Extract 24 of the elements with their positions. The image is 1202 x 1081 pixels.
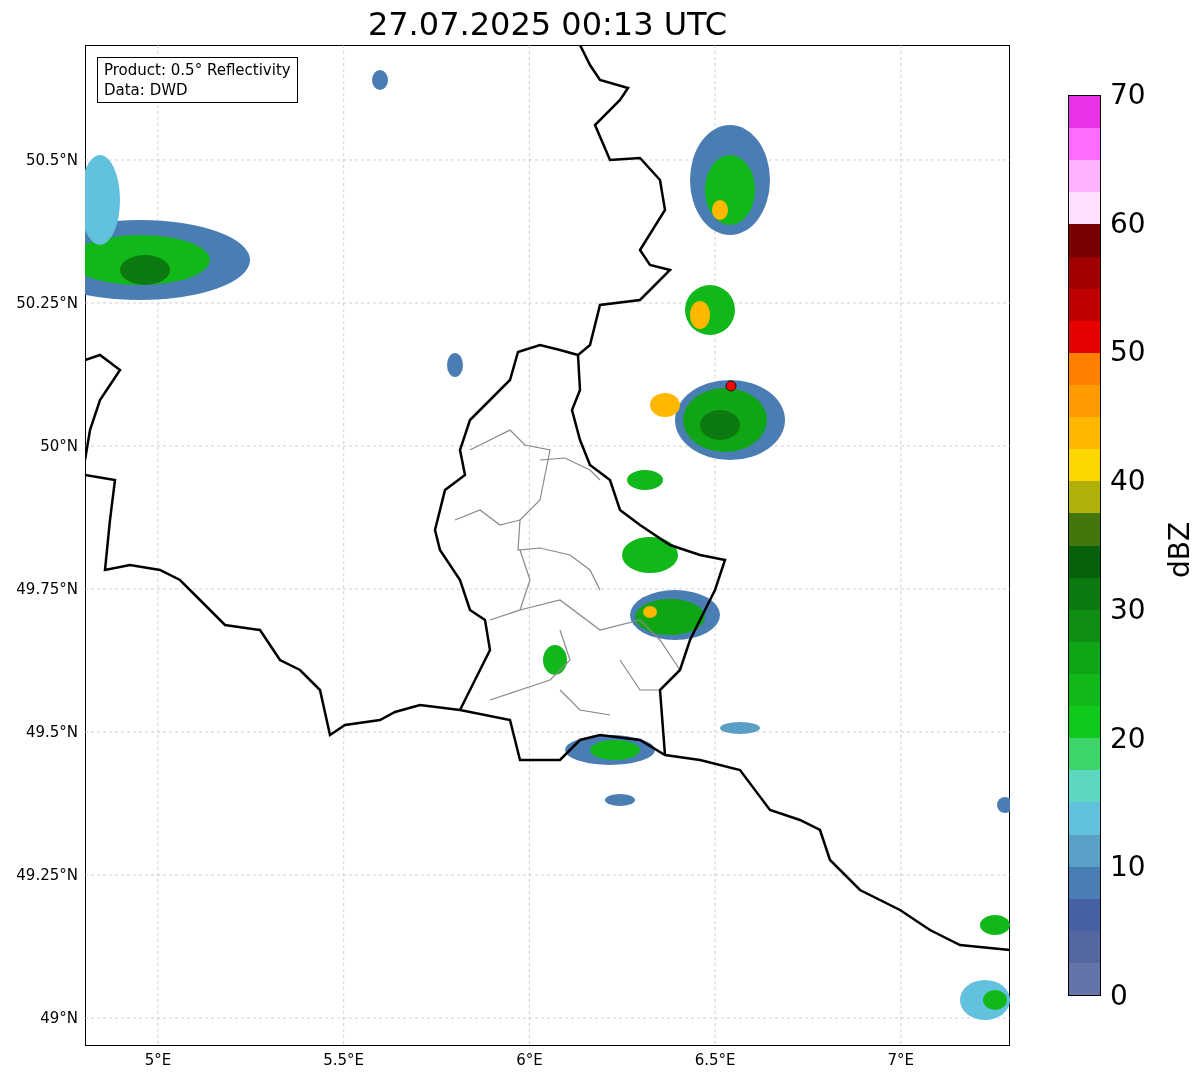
longitude-label: 5°E [143, 1050, 173, 1070]
latitude-label: 50°N [40, 437, 78, 455]
latitude-label: 49°N [40, 1009, 78, 1027]
latitude-label: 50.5°N [25, 151, 78, 169]
colorbar-tick-label: 70 [1110, 79, 1146, 111]
latitude-label: 49.75°N [16, 580, 78, 598]
colorbar-tick-label: 50 [1110, 336, 1146, 369]
colorbar-tick-label: 40 [1110, 465, 1146, 498]
colorbar-tick-label: 60 [1110, 207, 1146, 240]
legend-text: Data: DWD [104, 80, 189, 100]
longitude-label: 6.5°E [693, 1050, 737, 1070]
colorbar-tick-label: 0 [1110, 980, 1128, 1012]
latitude-label: 49.5°N [25, 723, 78, 741]
colorbar-label: dBZ [1164, 521, 1196, 579]
latitude-label: 50.25°N [16, 294, 78, 312]
latitude-label: 49.25°N [16, 866, 78, 884]
colorbar-tick-label: 10 [1110, 851, 1146, 884]
longitude-label: 5.5°E [322, 1050, 366, 1070]
longitude-label: 6°E [515, 1050, 544, 1070]
colorbar-tick-label: 20 [1110, 722, 1146, 755]
colorbar-tick-label: 30 [1110, 593, 1146, 626]
chart-title: 27.07.2025 00:13 UTC [366, 4, 729, 44]
longitude-label: 7°E [886, 1050, 916, 1070]
legend-text: Product: 0.5° Reflectivity [104, 60, 291, 80]
